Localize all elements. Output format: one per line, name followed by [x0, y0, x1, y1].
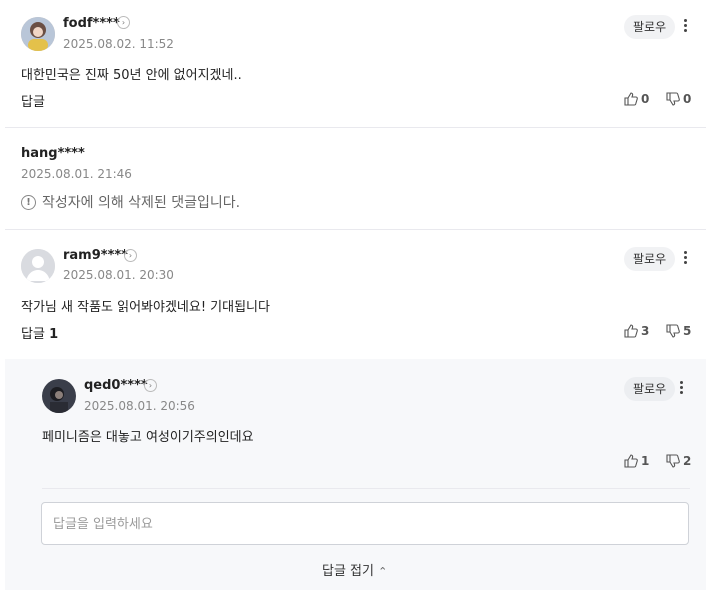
thumbs-down-icon [666, 92, 680, 106]
comment-text: 작가님 새 작품도 읽어봐야겠네요! 기대됩니다 [21, 300, 270, 315]
avatar[interactable] [42, 379, 76, 413]
follow-button[interactable]: 팔로우 [624, 377, 676, 401]
more-options-icon[interactable] [684, 249, 690, 269]
follow-button[interactable]: 팔로우 [624, 247, 676, 271]
info-icon: ! [21, 194, 36, 210]
follow-button[interactable]: 팔로우 [624, 15, 676, 39]
thumbs-up-icon [624, 324, 638, 338]
chevron-up-icon: ⌃ [378, 565, 388, 578]
deleted-notice: ! 작성자에 의해 삭제된 댓글입니다. [21, 192, 240, 212]
dislike-count: 0 [683, 92, 692, 106]
thumbs-up-icon [624, 92, 638, 106]
dislike-button[interactable]: 5 [666, 324, 691, 338]
comment-date: 2025.08.02. 11:52 [63, 37, 174, 51]
dislike-button[interactable]: 2 [666, 454, 691, 468]
reply-label: 답글 [21, 95, 45, 110]
more-options-icon[interactable] [684, 17, 690, 37]
thumbs-down-icon [666, 324, 680, 338]
reply-count: 1 [49, 327, 59, 342]
comment-author[interactable]: ram9**** [63, 248, 128, 263]
comment-author[interactable]: hang**** [21, 146, 85, 161]
like-count: 1 [641, 454, 650, 468]
chevron-right-icon[interactable]: › [124, 249, 137, 262]
avatar[interactable] [21, 249, 55, 283]
reply-date: 2025.08.01. 20:56 [84, 399, 195, 413]
like-button[interactable]: 0 [624, 92, 649, 106]
reply-input[interactable]: 답글을 입력하세요 [41, 502, 689, 545]
comment-date: 2025.08.01. 21:46 [21, 167, 132, 181]
dislike-count: 2 [683, 454, 692, 468]
chevron-right-icon[interactable]: › [117, 16, 130, 29]
reply-text: 페미니즘은 대놓고 여성이기주의인데요 [42, 430, 254, 445]
collapse-label: 답글 접기 [322, 564, 374, 579]
thumbs-up-icon [624, 454, 638, 468]
comment-author[interactable]: fodf**** [63, 16, 120, 31]
more-options-icon[interactable] [680, 379, 686, 399]
divider [42, 488, 690, 489]
like-count: 3 [641, 324, 650, 338]
reply-label: 답글 [21, 327, 45, 342]
comment-date: 2025.08.01. 20:30 [63, 268, 174, 282]
reply-author[interactable]: qed0**** [84, 378, 148, 393]
divider [5, 229, 706, 230]
collapse-replies-button[interactable]: 답글 접기 ⌃ [322, 560, 387, 579]
dislike-count: 5 [683, 324, 692, 338]
thumbs-down-icon [666, 454, 680, 468]
reply-button[interactable]: 답글 1 [21, 323, 58, 342]
comment-text: 대한민국은 진짜 50년 안에 없어지겠네.. [21, 68, 242, 83]
reply-button[interactable]: 답글 [21, 91, 45, 110]
dislike-button[interactable]: 0 [666, 92, 691, 106]
chevron-right-icon[interactable]: › [144, 379, 157, 392]
deleted-text: 작성자에 의해 삭제된 댓글입니다. [42, 195, 241, 211]
avatar[interactable] [21, 17, 55, 51]
like-button[interactable]: 1 [624, 454, 649, 468]
reply-section [5, 359, 706, 590]
divider [5, 127, 706, 128]
like-count: 0 [641, 92, 650, 106]
like-button[interactable]: 3 [624, 324, 649, 338]
